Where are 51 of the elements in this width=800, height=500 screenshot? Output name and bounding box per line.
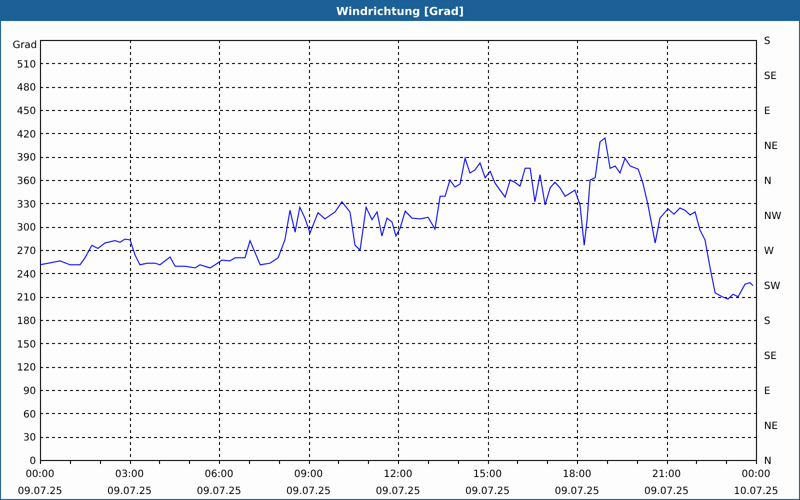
y-tick-label: 30 bbox=[23, 432, 36, 444]
y-tick-label: 180 bbox=[16, 316, 36, 327]
compass-tick-label: W bbox=[764, 246, 774, 257]
x-tick-time: 00:00 bbox=[26, 469, 54, 480]
y-tick-label: 120 bbox=[16, 362, 36, 374]
x-tick-time: 09:00 bbox=[294, 469, 323, 480]
x-tick-time: 03:00 bbox=[115, 469, 144, 480]
x-tick-date: 09.07.25 bbox=[465, 486, 510, 497]
x-tick-date: 09.07.25 bbox=[196, 486, 242, 497]
compass-tick-label: S bbox=[764, 36, 770, 47]
y-tick-label: 510 bbox=[16, 59, 36, 70]
x-tick-date: 09.07.25 bbox=[554, 486, 600, 497]
x-tick-date: 09.07.25 bbox=[18, 486, 62, 497]
y-axis-label: Grad bbox=[12, 40, 37, 51]
compass-tick-label: NW bbox=[764, 211, 782, 222]
compass-tick-label: NE bbox=[764, 141, 778, 152]
compass-tick-label: S bbox=[764, 316, 770, 327]
y-tick-label: 240 bbox=[16, 269, 36, 280]
compass-tick-label: N bbox=[764, 456, 772, 467]
y-tick-label: 390 bbox=[16, 152, 36, 164]
x-tick-date: 09.07.25 bbox=[376, 486, 420, 497]
compass-tick-label: NE bbox=[764, 421, 778, 432]
y-tick-label: 450 bbox=[16, 106, 36, 117]
y-tick-label: 270 bbox=[16, 246, 36, 257]
x-tick-time: 06:00 bbox=[204, 469, 234, 480]
compass-tick-label: SW bbox=[764, 281, 780, 292]
y-tick-label: 330 bbox=[16, 199, 36, 210]
window-title: Windrichtung [Grad] bbox=[1, 1, 799, 21]
compass-tick-label: E bbox=[764, 386, 770, 397]
y-tick-label: 60 bbox=[23, 409, 36, 420]
x-tick-time: 21:00 bbox=[652, 469, 681, 480]
y-tick-label: 360 bbox=[16, 176, 36, 187]
y-tick-label: 480 bbox=[16, 82, 36, 94]
x-tick-time: 15:00 bbox=[473, 469, 502, 480]
compass-tick-label: SE bbox=[764, 71, 777, 82]
y-tick-label: 300 bbox=[16, 222, 36, 234]
x-tick-date: 09.07.25 bbox=[107, 486, 152, 497]
y-tick-label: 90 bbox=[23, 386, 36, 397]
x-tick-time: 18:00 bbox=[562, 469, 592, 480]
compass-tick-label: E bbox=[764, 106, 770, 117]
compass-tick-label: N bbox=[764, 176, 772, 187]
compass-tick-label: SE bbox=[764, 351, 777, 362]
y-tick-label: 150 bbox=[16, 339, 36, 350]
y-tick-label: 420 bbox=[16, 129, 36, 140]
y-tick-label: 0 bbox=[30, 456, 36, 467]
x-tick-time: 00:00 bbox=[742, 469, 770, 480]
x-tick-date: 10.07.25 bbox=[734, 486, 778, 497]
x-tick-date: 09.07.25 bbox=[644, 486, 689, 497]
x-tick-date: 09.07.25 bbox=[286, 486, 331, 497]
x-tick-time: 12:00 bbox=[384, 469, 412, 480]
y-tick-label: 210 bbox=[16, 292, 36, 304]
